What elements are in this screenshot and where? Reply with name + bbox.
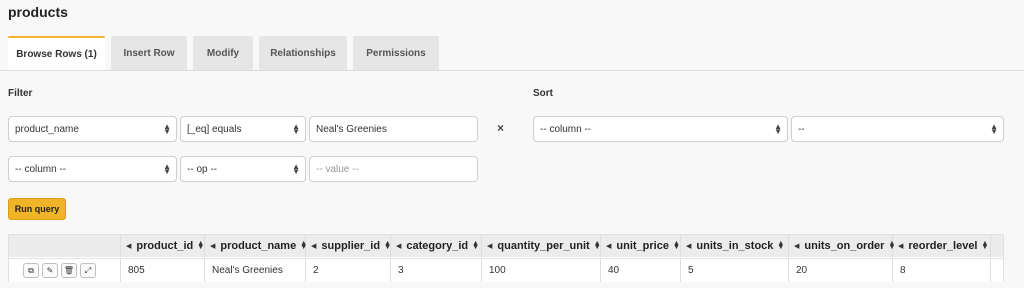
sort-arrows-icon: ▲ ▼ [981,240,989,251]
column-header-units-in-stock[interactable]: ◀ units_in_stock ▲ ▼ [681,235,789,257]
filter-operator-placeholder: -- op -- [187,163,217,175]
row-actions: ⧉ ✎ 🗑 ⤢ [9,259,121,282]
cell-category-id: 3 [391,259,482,282]
sort-arrows-icon: ▲ ▼ [672,240,680,251]
column-header-supplier-id[interactable]: ◀ supplier_id ▲ ▼ [306,235,391,257]
column-left-arrow-icon: ◀ [606,243,612,250]
column-header-category-id[interactable]: ◀ category_id ▲ ▼ [391,235,482,257]
column-left-arrow-icon: ◀ [396,243,402,250]
column-header-reorder-level[interactable]: ◀ reorder_level ▲ ▼ [893,235,991,257]
filter-value-input[interactable]: Neal's Greenies [309,116,478,142]
cell-product-id: 805 [121,259,205,282]
cell-supplier-id: 2 [306,259,391,282]
filter-column-value: product_name [15,123,79,135]
tab-browse-rows[interactable]: Browse Rows (1) [8,36,105,71]
tab-modify[interactable]: Modify [193,36,253,71]
edit-icon[interactable]: ✎ [42,263,58,278]
select-arrows-icon: ▲ ▼ [163,162,171,176]
sort-column-value: -- column -- [540,123,592,135]
tab-insert-row[interactable]: Insert Row [111,36,187,71]
column-left-arrow-icon: ◀ [898,243,904,250]
sort-column-select[interactable]: -- column -- ▲ ▼ [533,116,788,142]
select-arrows-icon: ▲ ▼ [292,162,300,176]
column-header-units-on-order[interactable]: ◀ units_on_order ▲ ▼ [789,235,895,257]
select-arrows-icon: ▲ ▼ [292,122,300,136]
table-header: ◀ product_id ▲ ▼ ◀ product_name ▲ ▼ ◀ supp… [9,235,1003,257]
select-arrows-icon: ▲ ▼ [774,122,782,136]
column-left-arrow-icon: ◀ [311,243,317,250]
delete-icon[interactable]: 🗑 [61,263,77,278]
expand-icon[interactable]: ⤢ [80,263,96,278]
filter-value-placeholder: -- value -- [316,163,359,175]
sort-order-select[interactable]: -- ▲ ▼ [791,116,1004,142]
sort-arrows-icon: ▲ ▼ [777,240,785,251]
column-left-arrow-icon: ◀ [487,243,493,250]
cell-reorder-level: 8 [893,259,991,282]
filter-column-select-empty[interactable]: -- column -- ▲ ▼ [8,156,177,182]
column-header-unit-price[interactable]: ◀ unit_price ▲ ▼ [601,235,681,257]
cell-product-name: Neal's Greenies [205,259,306,282]
tab-permissions[interactable]: Permissions [353,36,439,71]
column-left-arrow-icon: ◀ [794,243,800,250]
filter-value-input-empty[interactable]: -- value -- [309,156,478,182]
column-left-arrow-icon: ◀ [210,243,216,250]
select-arrows-icon: ▲ ▼ [990,122,998,136]
page-title: products [8,4,68,20]
results-table: ◀ product_id ▲ ▼ ◀ product_name ▲ ▼ ◀ supp… [8,234,1004,282]
sort-arrows-icon: ▲ ▼ [472,240,480,251]
actions-header [9,235,121,257]
tab-bar: Browse Rows (1) Insert Row Modify Relati… [8,36,445,71]
sort-label: Sort [533,88,553,99]
column-header-product-name[interactable]: ◀ product_name ▲ ▼ [205,235,307,257]
filter-operator-select[interactable]: [_eq] equals ▲ ▼ [180,116,306,142]
filter-column-placeholder: -- column -- [15,163,67,175]
filter-operator-select-empty[interactable]: -- op -- ▲ ▼ [180,156,306,182]
sort-arrows-icon: ▲ ▼ [593,240,601,251]
cell-units-on-order: 20 [789,259,893,282]
run-query-button[interactable]: Run query [8,198,66,220]
filter-value-text: Neal's Greenies [316,123,387,135]
table-row: ⧉ ✎ 🗑 ⤢ 805 Neal's Greenies 2 3 100 40 5… [9,258,1003,282]
column-left-arrow-icon: ◀ [686,243,692,250]
sort-arrows-icon: ▲ ▼ [384,240,392,251]
filter-operator-value: [_eq] equals [187,123,242,135]
remove-filter-icon[interactable]: × [497,121,504,135]
sort-arrows-icon: ▲ ▼ [197,240,205,251]
sort-order-value: -- [798,123,805,135]
tab-relationships[interactable]: Relationships [259,36,347,71]
filter-label: Filter [8,88,33,99]
cell-unit-price: 40 [601,259,681,282]
cell-units-in-stock: 5 [681,259,789,282]
cell-quantity-per-unit: 100 [482,259,601,282]
column-header-product-id[interactable]: ◀ product_id ▲ ▼ [121,235,205,257]
column-header-quantity-per-unit[interactable]: ◀ quantity_per_unit ▲ ▼ [482,235,601,257]
tab-divider [0,70,1024,71]
filter-column-select[interactable]: product_name ▲ ▼ [8,116,177,142]
copy-icon[interactable]: ⧉ [23,263,39,278]
column-left-arrow-icon: ◀ [126,243,132,250]
select-arrows-icon: ▲ ▼ [163,122,171,136]
